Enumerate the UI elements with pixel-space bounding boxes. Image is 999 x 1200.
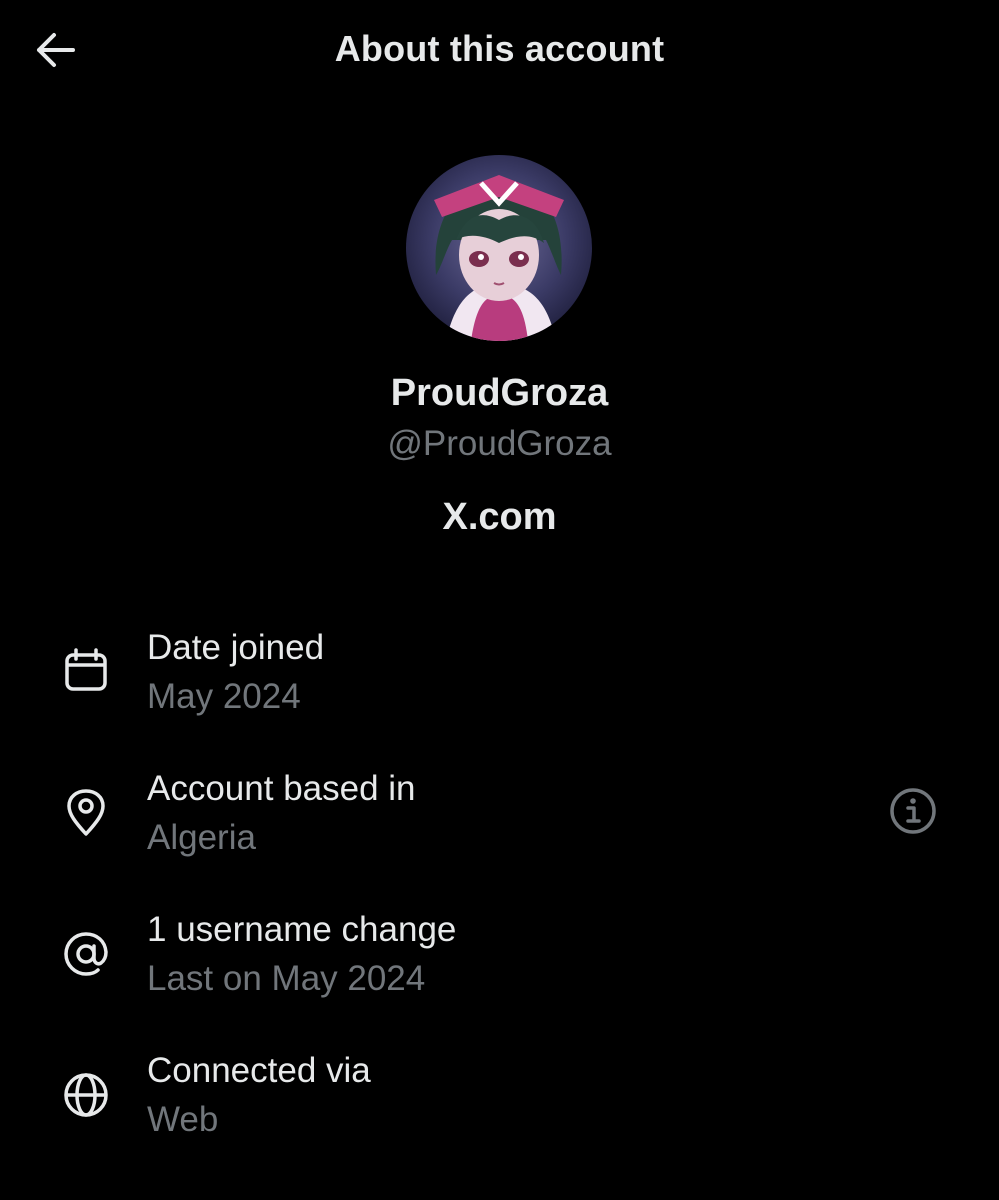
detail-title: 1 username change <box>147 910 457 949</box>
detail-title: Account based in <box>147 769 416 808</box>
detail-row-username-change: 1 username change Last on May 2024 <box>0 906 999 1016</box>
page-title: About this account <box>334 28 665 69</box>
avatar[interactable] <box>406 155 592 341</box>
detail-row-account-based-in: Account based in Algeria <box>0 765 999 875</box>
detail-title: Connected via <box>147 1051 371 1090</box>
at-sign-icon <box>60 928 112 980</box>
detail-value: Last on May 2024 <box>147 959 426 998</box>
globe-icon <box>60 1069 112 1121</box>
username-handle: @ProudGroza <box>387 424 612 463</box>
platform-label: X.com <box>442 496 557 538</box>
calendar-icon <box>60 644 112 696</box>
detail-row-connected-via: Connected via Web <box>0 1047 999 1157</box>
info-button[interactable] <box>885 785 941 841</box>
detail-title: Date joined <box>147 628 325 667</box>
info-icon <box>888 786 938 841</box>
detail-value: Web <box>147 1100 219 1139</box>
display-name: ProudGroza <box>390 372 609 414</box>
location-pin-icon <box>60 787 112 839</box>
detail-value: Algeria <box>147 818 256 857</box>
detail-value: May 2024 <box>147 677 301 716</box>
detail-row-date-joined: Date joined May 2024 <box>0 624 999 734</box>
top-bar: About this account <box>0 0 999 104</box>
